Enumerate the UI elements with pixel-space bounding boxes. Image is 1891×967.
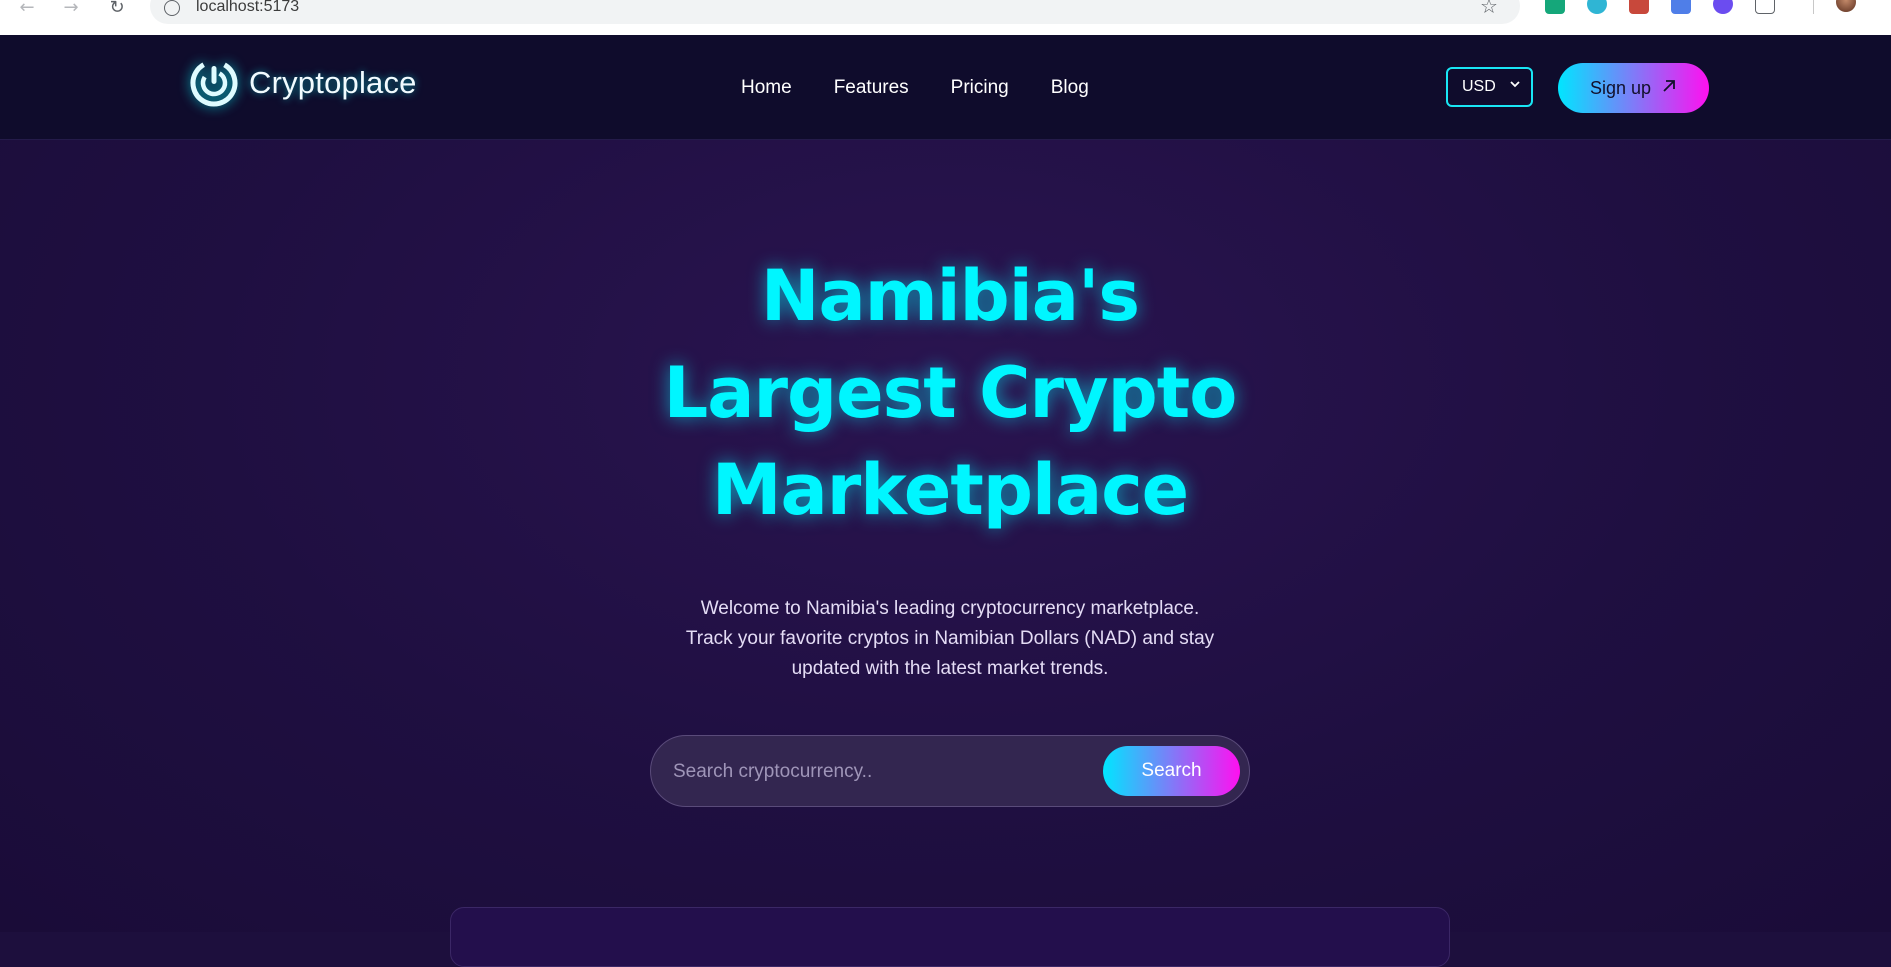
hero-title-line: Largest Crypto [663, 352, 1238, 434]
extensions-puzzle-icon[interactable] [1755, 0, 1775, 14]
profile-avatar[interactable] [1836, 0, 1856, 12]
reload-icon[interactable]: ↻ [106, 0, 128, 18]
nav-home[interactable]: Home [741, 77, 792, 99]
translate-icon[interactable] [1671, 0, 1691, 14]
search-button[interactable]: Search [1103, 746, 1240, 796]
extension-icons [1545, 0, 1775, 14]
hero-title-line: Namibia's [760, 255, 1140, 337]
chevron-down-icon [1509, 78, 1521, 93]
extension-g-icon[interactable] [1587, 0, 1607, 14]
currency-select[interactable]: USD [1446, 67, 1533, 107]
info-icon[interactable] [164, 0, 180, 16]
currency-value: USD [1462, 78, 1496, 95]
extension-gear-icon[interactable] [1713, 0, 1733, 14]
nav-pricing[interactable]: Pricing [951, 77, 1009, 99]
hero-subtitle-line: Welcome to Namibia's leading cryptocurre… [700, 598, 1200, 619]
nav-features[interactable]: Features [834, 77, 909, 99]
address-bar[interactable]: localhost:5173 [150, 0, 1520, 24]
browser-toolbar: ← → ↻ localhost:5173 ☆ [0, 0, 1891, 35]
hero-title: Namibia's Largest Crypto Marketplace [600, 248, 1300, 539]
back-icon[interactable]: ← [16, 0, 38, 18]
hero-section: Namibia's Largest Crypto Marketplace Wel… [0, 140, 1891, 967]
url-text[interactable]: localhost:5173 [196, 0, 299, 16]
site-header: Cryptoplace Home Features Pricing Blog U… [0, 35, 1891, 140]
hero-subtitle: Welcome to Namibia's leading cryptocurre… [660, 594, 1240, 684]
main-nav: Home Features Pricing Blog [741, 77, 1089, 99]
hero-subtitle-line: updated with the latest market trends. [791, 658, 1109, 679]
arrow-up-right-icon [1661, 78, 1677, 99]
nav-blog[interactable]: Blog [1051, 77, 1089, 99]
signup-button[interactable]: Sign up [1558, 63, 1709, 113]
star-icon[interactable]: ☆ [1480, 0, 1498, 18]
hero-title-line: Marketplace [711, 449, 1189, 531]
signup-label: Sign up [1589, 77, 1652, 98]
forward-icon[interactable]: → [60, 0, 82, 18]
grammarly-icon[interactable] [1545, 0, 1565, 14]
toolbar-divider [1813, 0, 1814, 14]
extension-book-icon[interactable] [1629, 0, 1649, 14]
logo[interactable]: Cryptoplace [189, 58, 417, 108]
logo-text: Cryptoplace [249, 65, 417, 100]
search-input[interactable] [673, 758, 1073, 786]
hero-subtitle-line: Track your favorite cryptos in Namibian … [685, 628, 1215, 649]
logo-icon [189, 58, 239, 108]
crypto-table-card [450, 907, 1450, 967]
search-form: Search [650, 735, 1250, 807]
